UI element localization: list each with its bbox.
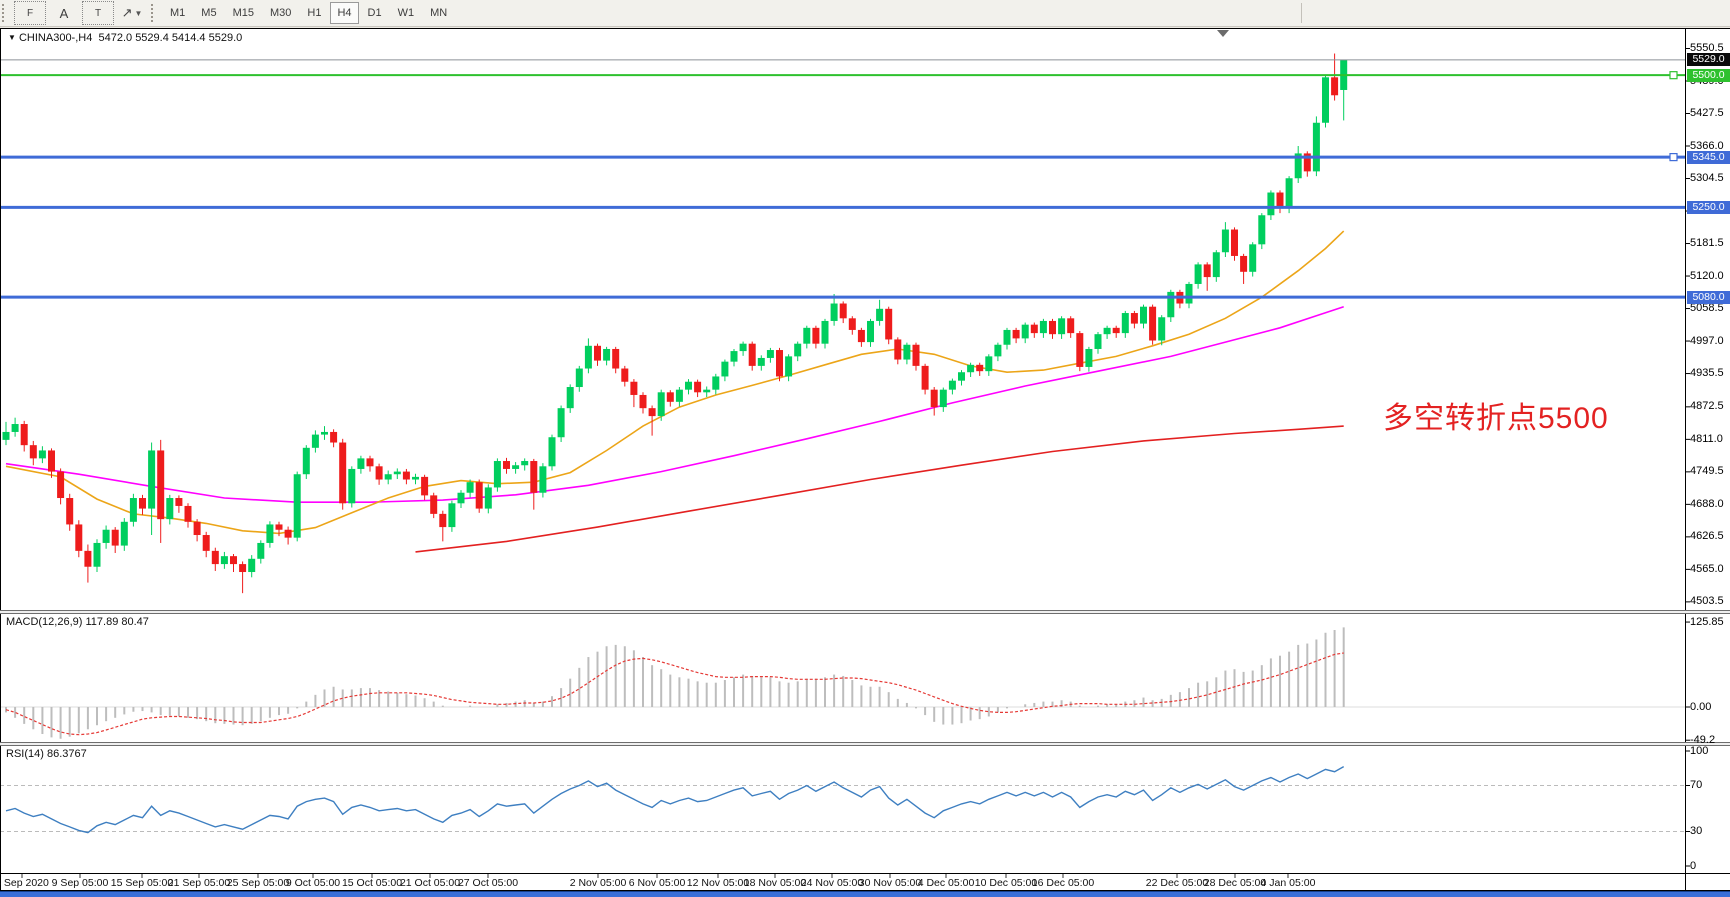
rsi-tick-label: 30 (1690, 825, 1702, 837)
price-tick-label: 4565.0 (1690, 563, 1724, 575)
price-tick-label: 4688.0 (1690, 498, 1724, 510)
candle (1249, 242, 1256, 276)
candle (348, 466, 355, 507)
ohlc-high: 5529.4 (135, 32, 169, 44)
candle (130, 494, 137, 527)
date-tick-label: 21 Sep 05:00 (168, 877, 230, 889)
date-tick-label: 24 Nov 05:00 (801, 877, 863, 889)
date-tick-label: 25 Sep 05:00 (227, 877, 289, 889)
chart-canvas[interactable] (0, 0, 1730, 897)
date-tick-label: 12 Nov 05:00 (687, 877, 749, 889)
macd-main-value: 117.89 (85, 616, 118, 628)
date-tick-label: 15 Sep 05:00 (111, 877, 173, 889)
rsi-name: RSI(14) (6, 748, 44, 760)
rsi-tick-label: 70 (1690, 779, 1702, 791)
price-tick-label: 4503.5 (1690, 595, 1724, 607)
collapse-arrow-icon[interactable]: ▼ (8, 33, 16, 42)
candle (1213, 250, 1220, 282)
date-tick-label: 21 Oct 05:00 (400, 877, 460, 889)
date-tick-label: 2 Nov 05:00 (570, 877, 627, 889)
price-tick-label: 5550.5 (1690, 42, 1724, 54)
price-level-badge: 5500.0 (1687, 69, 1730, 82)
price-tick-label: 5304.5 (1690, 172, 1724, 184)
macd-name: MACD(12,26,9) (6, 616, 82, 628)
ohlc-open: 5472.0 (98, 32, 132, 44)
hline-handle[interactable] (1670, 72, 1677, 79)
macd-signal-value: 80.47 (121, 616, 149, 628)
candle (476, 480, 483, 513)
trading-app-window: { "toolbar": { "tools": [ {"name": "fibo… (0, 0, 1730, 897)
price-level-badge: 5345.0 (1687, 151, 1730, 164)
ohlc-low: 5414.4 (172, 32, 206, 44)
chart-symbol: CHINA300-,H4 (19, 32, 92, 44)
date-tick-label: 4 Jan 05:00 (1261, 877, 1316, 889)
candle (1313, 116, 1320, 176)
date-tick-label: 15 Oct 05:00 (342, 877, 402, 889)
price-tick-label: 5181.5 (1690, 237, 1724, 249)
date-tick-label: 30 Nov 05:00 (859, 877, 921, 889)
candle (1076, 331, 1083, 371)
date-tick-label: 9 Sep 05:00 (52, 877, 109, 889)
macd-indicator-label: MACD(12,26,9) 117.89 80.47 (6, 616, 149, 628)
date-tick-label: 22 Dec 05:00 (1146, 877, 1208, 889)
date-tick-label: 18 Nov 05:00 (744, 877, 806, 889)
date-tick-label: 27 Oct 05:00 (458, 877, 518, 889)
candle (885, 307, 892, 345)
date-tick-label: 6 Nov 05:00 (629, 877, 686, 889)
candle (549, 435, 556, 471)
price-tick-label: 5058.5 (1690, 302, 1724, 314)
rsi-value: 86.3767 (47, 748, 87, 760)
candle (1258, 213, 1265, 249)
price-tick-label: 5427.5 (1690, 107, 1724, 119)
date-tick-label: 3 Sep 2020 (0, 877, 49, 889)
rsi-tick-label: 100 (1690, 745, 1708, 757)
chart-text-annotation[interactable]: 多空转折点5500 (1383, 393, 1609, 437)
price-level-badge: 5080.0 (1687, 291, 1730, 304)
rsi-indicator-label: RSI(14) 86.3767 (6, 748, 87, 760)
date-tick-label: 28 Dec 05:00 (1204, 877, 1266, 889)
date-tick-label: 16 Dec 05:00 (1032, 877, 1094, 889)
price-tick-label: 4626.5 (1690, 530, 1724, 542)
candle (303, 445, 310, 479)
chart-title: ▼ CHINA300-,H4 5472.0 5529.4 5414.4 5529… (8, 32, 242, 44)
candle (339, 439, 346, 510)
price-tick-label: 4811.0 (1690, 433, 1723, 445)
hline-handle[interactable] (1670, 154, 1677, 161)
date-tick-label: 10 Dec 05:00 (975, 877, 1037, 889)
price-tick-label: 4997.0 (1690, 335, 1724, 347)
date-tick-label: 9 Oct 05:00 (286, 877, 340, 889)
price-tick-label: 5120.0 (1690, 270, 1724, 282)
price-level-badge: 5250.0 (1687, 201, 1730, 214)
candle (1231, 227, 1238, 260)
window-bottom-edge (0, 891, 1730, 897)
candle (558, 406, 565, 442)
date-tick-label: 4 Dec 05:00 (918, 877, 975, 889)
rsi-tick-label: 0 (1690, 860, 1696, 872)
candle (1167, 290, 1174, 322)
price-tick-label: 4749.5 (1690, 465, 1724, 477)
candle (494, 458, 501, 491)
price-tick-label: 4872.5 (1690, 400, 1724, 412)
price-level-badge: 5529.0 (1687, 53, 1730, 66)
macd-tick-label: 0.00 (1690, 701, 1711, 713)
ohlc-close: 5529.0 (209, 32, 243, 44)
price-tick-label: 4935.5 (1690, 367, 1724, 379)
candle (776, 348, 783, 381)
candle (1322, 75, 1329, 127)
candle (294, 472, 301, 542)
macd-tick-label: 125.85 (1690, 616, 1724, 628)
candle (1149, 305, 1156, 345)
candle (539, 463, 546, 497)
